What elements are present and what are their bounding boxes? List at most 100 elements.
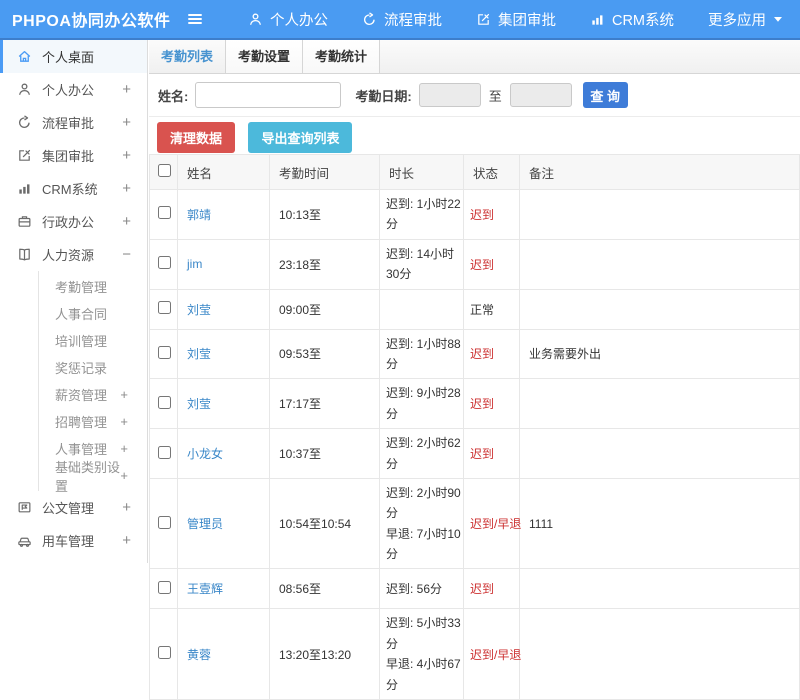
action-bar: 清理数据 导出查询列表 — [149, 117, 800, 154]
sidebar-item-admin-office[interactable]: 行政办公+ — [0, 205, 147, 238]
row-checkbox[interactable] — [158, 301, 171, 314]
expand-toggle: + — [122, 500, 131, 515]
sidebar-item-workflow-approval[interactable]: 流程审批+ — [0, 106, 147, 139]
date-to-input[interactable] — [510, 83, 572, 107]
row-checkbox[interactable] — [158, 346, 171, 359]
main-content: 考勤列表考勤设置考勤统计 姓名: 考勤日期: 至 查 询 清理数据 导出查询列表… — [149, 40, 800, 563]
row-checkbox-cell — [150, 289, 178, 329]
employee-link[interactable]: 黄蓉 — [187, 648, 211, 662]
expand-toggle: + — [122, 82, 131, 97]
search-button[interactable]: 查 询 — [583, 82, 628, 108]
attendance-time-cell: 10:37至 — [270, 429, 380, 479]
tab-attendance-settings[interactable]: 考勤设置 — [226, 40, 303, 73]
sidebar-item-human-resources[interactable]: 人力资源− — [0, 238, 147, 271]
employee-link[interactable]: 管理员 — [187, 517, 223, 531]
name-cell: 郭靖 — [178, 190, 270, 240]
sidebar-item-label: 流程审批 — [42, 113, 94, 132]
attendance-time-cell: 13:20至13:20 — [270, 609, 380, 700]
row-checkbox[interactable] — [158, 646, 171, 659]
clear-data-button[interactable]: 清理数据 — [157, 122, 235, 153]
status-cell: 迟到 — [464, 379, 520, 429]
employee-link[interactable]: 小龙女 — [187, 447, 223, 461]
sidebar-item-personal-office[interactable]: 个人办公+ — [0, 73, 147, 106]
topnav-item-more-apps[interactable]: 更多应用 — [708, 9, 783, 30]
topnav-item-crm-system[interactable]: CRM系统 — [590, 9, 674, 30]
table-row: 黄蓉13:20至13:20迟到: 5小时33分 早退: 4小时67分迟到/早退 — [150, 609, 800, 700]
topnav-item-personal-office[interactable]: 个人办公 — [248, 9, 328, 30]
sidebar-subitem-reward-record[interactable]: 奖惩记录 — [39, 354, 147, 381]
car-icon — [17, 533, 34, 548]
row-checkbox-cell — [150, 239, 178, 289]
row-checkbox-cell — [150, 379, 178, 429]
topnav-label: CRM系统 — [612, 9, 674, 30]
name-cell: 小龙女 — [178, 429, 270, 479]
duration-cell: 迟到: 14小时30分 — [380, 239, 464, 289]
edit-icon — [476, 12, 491, 27]
sidebar-item-personal-desktop[interactable]: 个人桌面 — [0, 40, 147, 73]
hamburger-icon[interactable] — [185, 11, 205, 27]
sidebar-subitem-label: 考勤管理 — [55, 277, 107, 296]
status-cell: 迟到 — [464, 569, 520, 609]
column-header-4: 备注 — [520, 155, 800, 190]
sidebar: 个人桌面个人办公+流程审批+集团审批+CRM系统+行政办公+人力资源−考勤管理人… — [0, 40, 148, 563]
row-checkbox[interactable] — [158, 206, 171, 219]
name-cell: 刘莹 — [178, 329, 270, 379]
row-checkbox[interactable] — [158, 581, 171, 594]
employee-link[interactable]: 郭靖 — [187, 208, 211, 222]
select-all-checkbox[interactable] — [158, 164, 171, 177]
name-cell: 王壹辉 — [178, 569, 270, 609]
status-cell: 迟到 — [464, 329, 520, 379]
sidebar-subitem-recruit-mgmt[interactable]: 招聘管理+ — [39, 408, 147, 435]
table-row: 刘莹09:00至正常 — [150, 289, 800, 329]
employee-link[interactable]: 刘莹 — [187, 397, 211, 411]
name-filter-input[interactable] — [195, 82, 341, 108]
sidebar-subitem-label: 培训管理 — [55, 331, 107, 350]
expand-toggle: + — [122, 533, 131, 548]
attendance-time-cell: 09:00至 — [270, 289, 380, 329]
employee-link[interactable]: 刘莹 — [187, 303, 211, 317]
column-header-1: 考勤时间 — [270, 155, 380, 190]
remark-cell — [520, 429, 800, 479]
sidebar-subitem-label: 人事合同 — [55, 304, 107, 323]
tab-attendance-list[interactable]: 考勤列表 — [149, 40, 226, 73]
sidebar-item-label: 个人桌面 — [42, 47, 94, 66]
name-cell: jim — [178, 239, 270, 289]
employee-link[interactable]: jim — [187, 257, 202, 271]
expand-toggle: + — [122, 148, 131, 163]
table-row: 小龙女10:37至迟到: 2小时62分迟到 — [150, 429, 800, 479]
row-checkbox[interactable] — [158, 256, 171, 269]
sidebar-item-vehicle-mgmt[interactable]: 用车管理+ — [0, 524, 147, 557]
date-from-input[interactable] — [419, 83, 481, 107]
sidebar-item-group-approval[interactable]: 集团审批+ — [0, 139, 147, 172]
process-icon — [362, 12, 377, 27]
row-checkbox-cell — [150, 478, 178, 569]
sidebar-subitem-training-mgmt[interactable]: 培训管理 — [39, 327, 147, 354]
sidebar-subitem-attendance-mgmt[interactable]: 考勤管理 — [39, 273, 147, 300]
column-header-0: 姓名 — [178, 155, 270, 190]
tab-attendance-stats[interactable]: 考勤统计 — [303, 40, 380, 73]
name-filter-label: 姓名: — [158, 86, 188, 105]
row-checkbox[interactable] — [158, 446, 171, 459]
doc-icon — [17, 500, 34, 515]
book-icon — [17, 247, 34, 262]
row-checkbox[interactable] — [158, 516, 171, 529]
employee-link[interactable]: 刘莹 — [187, 347, 211, 361]
sidebar-subitem-hr-contract[interactable]: 人事合同 — [39, 300, 147, 327]
app-title: PHPOA协同办公软件 — [0, 7, 173, 31]
duration-cell: 迟到: 1小时88分 — [380, 329, 464, 379]
expand-toggle: + — [120, 415, 128, 428]
export-list-button[interactable]: 导出查询列表 — [248, 122, 352, 153]
sidebar-subitem-salary-mgmt[interactable]: 薪资管理+ — [39, 381, 147, 408]
duration-cell: 迟到: 56分 — [380, 569, 464, 609]
topnav-item-group-approval[interactable]: 集团审批 — [476, 9, 556, 30]
sidebar-item-crm-system[interactable]: CRM系统+ — [0, 172, 147, 205]
attendance-table: 姓名考勤时间时长状态备注 郭靖10:13至迟到: 1小时22分迟到jim23:1… — [149, 154, 800, 700]
employee-link[interactable]: 王壹辉 — [187, 582, 223, 596]
row-checkbox[interactable] — [158, 396, 171, 409]
process-icon — [17, 115, 34, 130]
topnav-item-workflow-approval[interactable]: 流程审批 — [362, 9, 442, 30]
sidebar-item-document-mgmt[interactable]: 公文管理+ — [0, 491, 147, 524]
sidebar-subitem-base-category[interactable]: 基础类别设置+ — [39, 462, 147, 489]
table-row: 郭靖10:13至迟到: 1小时22分迟到 — [150, 190, 800, 240]
duration-cell: 迟到: 2小时62分 — [380, 429, 464, 479]
